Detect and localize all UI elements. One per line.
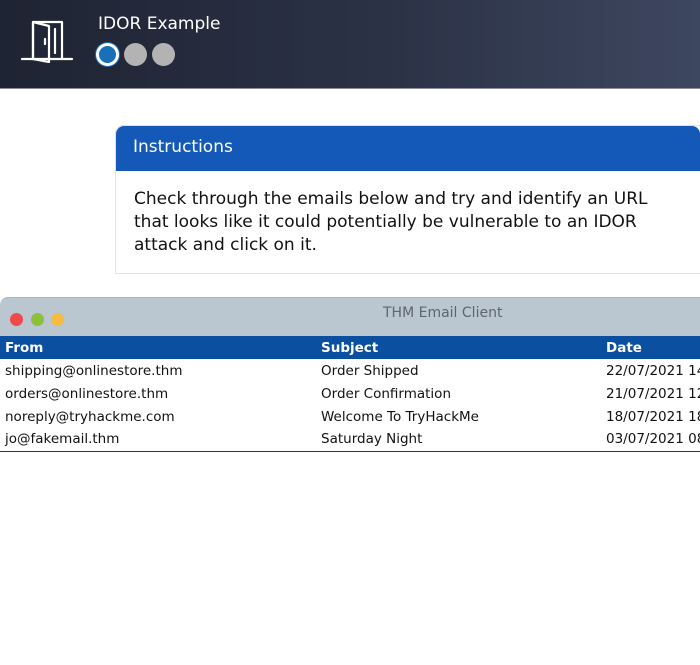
door-icon bbox=[20, 20, 74, 63]
email-row[interactable]: shipping@onlinestore.thm Order Shipped 2… bbox=[0, 359, 700, 382]
email-subject: Order Shipped bbox=[321, 362, 419, 379]
step-indicator-2[interactable] bbox=[124, 43, 147, 66]
email-row[interactable]: noreply@tryhackme.com Welcome To TryHack… bbox=[0, 405, 700, 428]
email-client-window: THM Email Client From Subject Date shipp… bbox=[0, 297, 700, 455]
email-row[interactable]: orders@onlinestore.thm Order Confirmatio… bbox=[0, 382, 700, 405]
email-subject: Order Confirmation bbox=[321, 385, 451, 402]
email-from: orders@onlinestore.thm bbox=[5, 385, 169, 402]
email-date: 21/07/2021 12 bbox=[606, 385, 700, 402]
minimize-window-button[interactable] bbox=[31, 313, 44, 326]
email-table-header: From Subject Date bbox=[0, 336, 700, 359]
maximize-window-button[interactable] bbox=[51, 313, 64, 326]
step-indicator-3[interactable] bbox=[152, 43, 175, 66]
instructions-text: Check through the emails below and try a… bbox=[134, 189, 648, 255]
app-title: IDOR Example bbox=[98, 14, 221, 34]
window-titlebar: THM Email Client bbox=[0, 297, 700, 336]
email-date: 03/07/2021 08 bbox=[606, 431, 700, 448]
progress-steps bbox=[96, 43, 175, 66]
email-table: From Subject Date shipping@onlinestore.t… bbox=[0, 336, 700, 452]
step-indicator-1[interactable] bbox=[96, 43, 119, 66]
email-subject: Welcome To TryHackMe bbox=[321, 408, 479, 425]
email-date: 22/07/2021 14 bbox=[606, 362, 700, 379]
window-title: THM Email Client bbox=[383, 305, 503, 321]
email-date: 18/07/2021 18 bbox=[606, 408, 700, 425]
email-row[interactable]: jo@fakemail.thm Saturday Night 03/07/202… bbox=[0, 428, 700, 451]
close-window-button[interactable] bbox=[10, 313, 23, 326]
instructions-heading: Instructions bbox=[116, 126, 700, 171]
column-header-subject: Subject bbox=[321, 339, 379, 356]
app-header: IDOR Example bbox=[0, 0, 700, 89]
email-subject: Saturday Night bbox=[321, 431, 423, 448]
email-from: shipping@onlinestore.thm bbox=[5, 362, 183, 379]
email-from: noreply@tryhackme.com bbox=[5, 408, 175, 425]
instructions-card: Instructions Check through the emails be… bbox=[115, 125, 700, 274]
column-header-date: Date bbox=[606, 339, 642, 356]
column-header-from: From bbox=[5, 339, 44, 356]
email-from: jo@fakemail.thm bbox=[5, 431, 120, 448]
